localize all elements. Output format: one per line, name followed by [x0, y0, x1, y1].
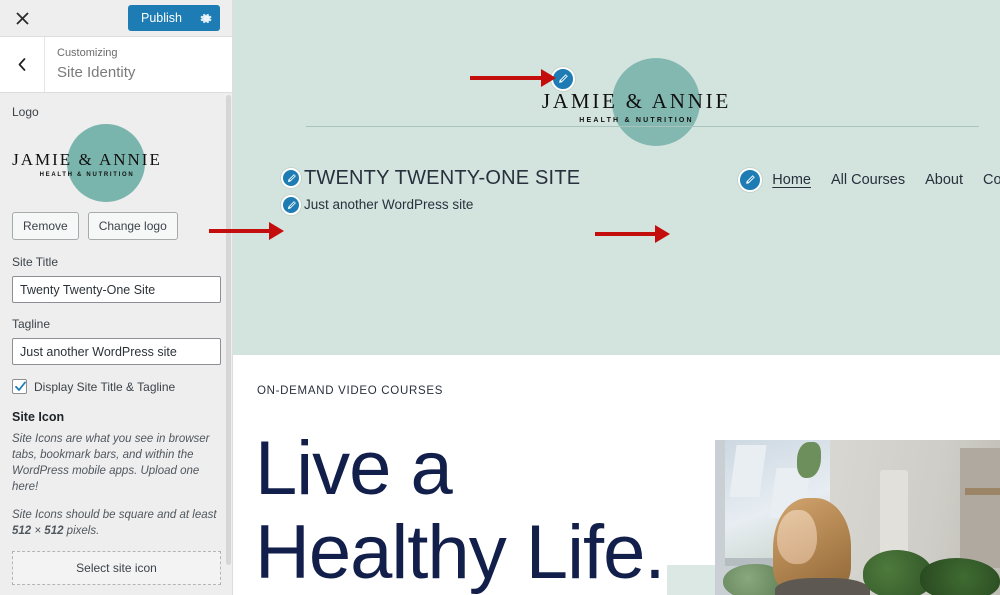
hero-title-line-2: Healthy Life. [255, 510, 665, 595]
hero-title: Live a Healthy Life. [255, 426, 665, 595]
display-title-tagline-label: Display Site Title & Tagline [34, 379, 176, 394]
panel-title: Site Identity [57, 64, 136, 81]
publish-settings-button[interactable] [193, 5, 220, 31]
arrow-pointing-to-site-title-edit [209, 222, 284, 240]
pencil-edit-icon [559, 74, 568, 83]
panel-breadcrumb-block: Customizing Site Identity [45, 37, 135, 92]
header-logo-area: JAMIE & ANNIE HEALTH & NUTRITION [233, 0, 1000, 146]
site-icon-dimension-1: 512 [12, 525, 32, 537]
primary-navigation-area: Home All Courses About Contact [738, 165, 1000, 192]
checkmark-icon [15, 381, 26, 391]
logo-wordmark: JAMIE & ANNIE [541, 89, 732, 113]
pencil-edit-icon [287, 200, 296, 209]
arrow-pointing-to-logo-edit [470, 69, 556, 87]
site-title[interactable]: TWENTY TWENTY-ONE SITE [304, 165, 580, 191]
logo-preview[interactable]: JAMIE & ANNIE HEALTH & NUTRITION [12, 124, 192, 202]
header-row: TWENTY TWENTY-ONE SITE Just another Word… [233, 165, 1000, 215]
hero-image [715, 440, 1000, 595]
breadcrumb: Customizing [57, 47, 118, 59]
chevron-left-icon [18, 58, 26, 71]
sidebar-content: Logo JAMIE & ANNIE HEALTH & NUTRITION Re… [0, 93, 232, 595]
close-icon [16, 11, 29, 25]
publish-control-group: Publish [128, 5, 220, 31]
site-preview: JAMIE & ANNIE HEALTH & NUTRITION TWENTY … [233, 0, 1000, 595]
nav-item-all-courses[interactable]: All Courses [831, 172, 905, 188]
select-site-icon-button[interactable]: Select site icon [12, 551, 221, 585]
arrow-pointing-to-menu-edit [595, 225, 670, 243]
hero-section: ON-DEMAND VIDEO COURSES Live a Healthy L… [233, 355, 1000, 595]
site-logo[interactable]: JAMIE & ANNIE HEALTH & NUTRITION [467, 58, 767, 146]
photo-person-face [777, 510, 817, 564]
site-title-label: Site Title [12, 255, 59, 269]
header-divider [306, 126, 979, 127]
nav-item-contact[interactable]: Contact [983, 172, 1000, 188]
tagline-input[interactable] [12, 338, 221, 365]
back-button[interactable] [0, 37, 45, 92]
gear-icon [200, 13, 212, 23]
display-title-tagline-checkbox[interactable] [12, 379, 27, 394]
hero-accent-block [667, 565, 715, 595]
logo-subtitle: HEALTH & NUTRITION [39, 172, 135, 178]
site-icon-help-text-1: Site Icons are what you see in browser t… [12, 433, 210, 493]
site-title-input[interactable] [12, 276, 221, 303]
sidebar-topbar: Publish [0, 0, 232, 37]
site-icon-label: Site Icon [12, 410, 65, 424]
site-icon-help-text-2: Site Icons should be square and at least… [12, 507, 220, 539]
sidebar-panel-header: Customizing Site Identity [0, 37, 232, 93]
logo-label: Logo [12, 105, 39, 119]
display-title-tagline-checkbox-row[interactable]: Display Site Title & Tagline [12, 379, 220, 394]
close-customizer-button[interactable] [0, 0, 45, 36]
customizer-app: Publish Customizing Site Identity Logo J… [0, 0, 1000, 595]
nav-item-about[interactable]: About [925, 172, 963, 188]
site-tagline[interactable]: Just another WordPress site [304, 196, 473, 214]
logo-subtitle: HEALTH & NUTRITION [579, 117, 694, 124]
hero-title-line-1: Live a [255, 426, 453, 511]
photo-door [960, 448, 1000, 568]
photo-person-shoulder [775, 578, 870, 595]
site-icon-help-suffix: pixels. [63, 525, 100, 537]
site-icon-dimension-separator: × [31, 525, 45, 537]
publish-button[interactable]: Publish [128, 5, 193, 31]
pencil-edit-icon [287, 173, 296, 182]
edit-tagline-pencil-button[interactable] [281, 195, 301, 215]
photo-shelf [965, 488, 1000, 495]
logo-wordmark: JAMIE & ANNIE [12, 150, 162, 169]
nav-item-home[interactable]: Home [772, 172, 811, 188]
site-header: JAMIE & ANNIE HEALTH & NUTRITION TWENTY … [233, 0, 1000, 355]
logo-text-block: JAMIE & ANNIE HEALTH & NUTRITION [527, 89, 747, 125]
tagline-label: Tagline [12, 317, 51, 331]
site-icon-dimension-2: 512 [44, 525, 64, 537]
nav-list: Home All Courses About Contact [772, 172, 1000, 188]
site-tagline-line: Just another WordPress site [281, 195, 580, 215]
logo-text-block: JAMIE & ANNIE HEALTH & NUTRITION [12, 150, 162, 178]
pencil-edit-icon [746, 175, 756, 184]
site-branding: TWENTY TWENTY-ONE SITE Just another Word… [281, 165, 580, 215]
remove-logo-button[interactable]: Remove [12, 212, 79, 240]
site-icon-help-prefix: Site Icons should be square and at least [12, 509, 217, 521]
edit-menu-pencil-button[interactable] [738, 168, 763, 192]
logo-actions: Remove Change logo [12, 212, 220, 240]
site-title-line: TWENTY TWENTY-ONE SITE [281, 165, 580, 191]
customizer-sidebar: Publish Customizing Site Identity Logo J… [0, 0, 233, 595]
edit-site-title-pencil-button[interactable] [281, 168, 301, 188]
sidebar-scrollbar[interactable] [226, 95, 231, 565]
hero-eyebrow: ON-DEMAND VIDEO COURSES [257, 385, 444, 397]
change-logo-button[interactable]: Change logo [87, 212, 178, 240]
